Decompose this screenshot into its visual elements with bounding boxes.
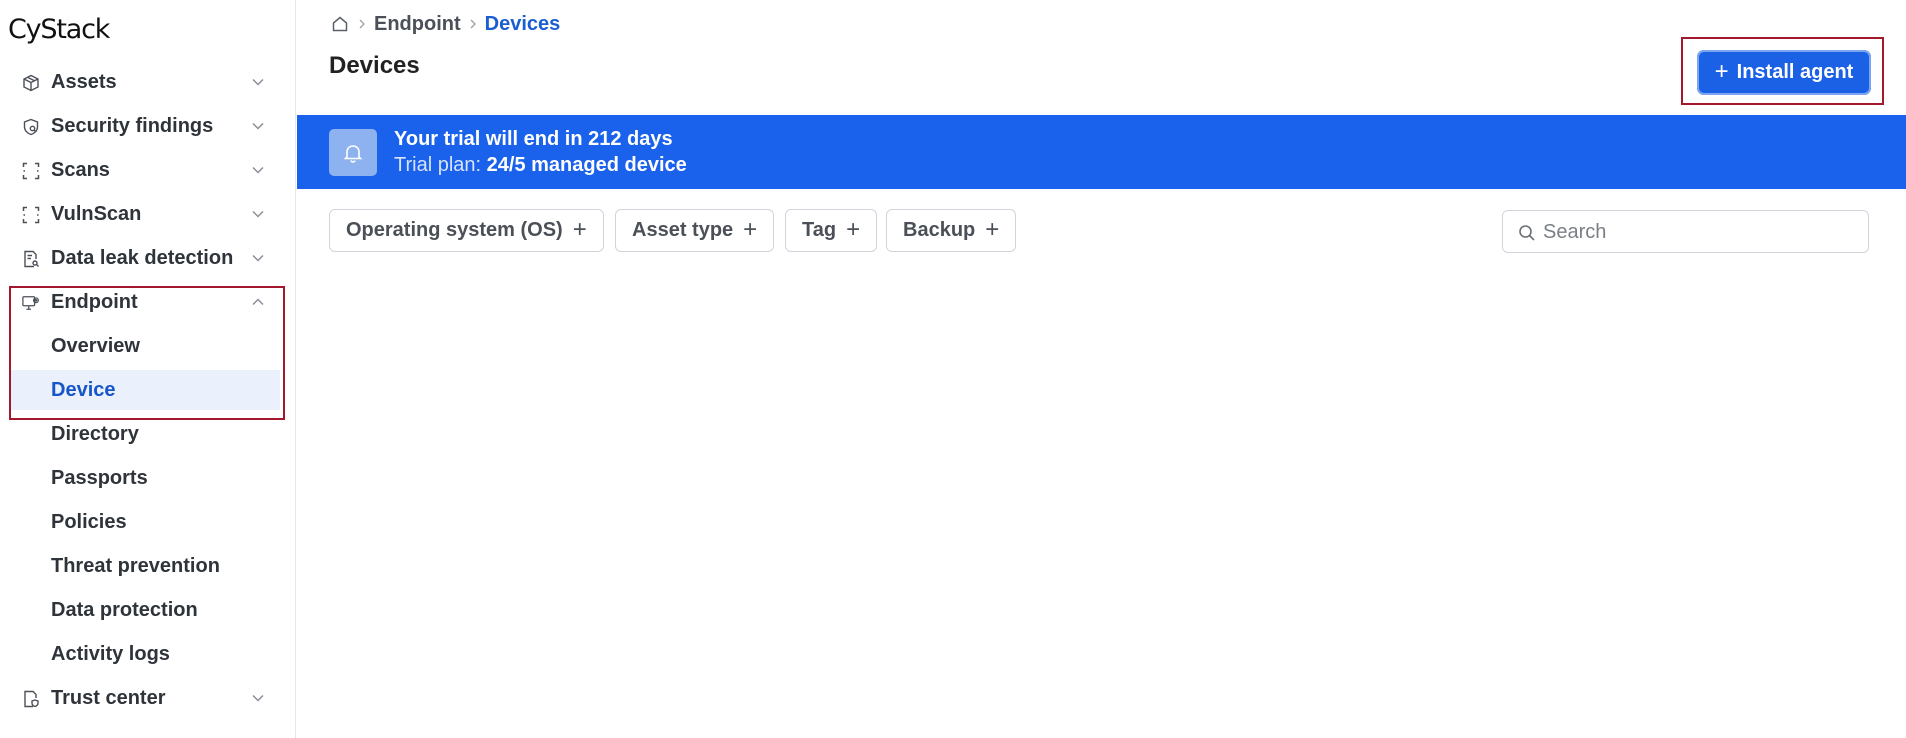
trial-banner: Your trial will end in 212 days Trial pl… xyxy=(297,115,1906,189)
home-icon[interactable] xyxy=(330,14,350,34)
cystack-logo[interactable]: CyStack xyxy=(8,14,110,45)
plus-icon: + xyxy=(572,215,587,243)
filter-label: Asset type xyxy=(632,219,734,241)
sidebar-item-security-findings[interactable]: Security findings xyxy=(10,106,280,146)
file-shield-icon xyxy=(22,690,40,708)
install-agent-button[interactable]: + Install agent xyxy=(1697,50,1871,95)
page-title: Devices xyxy=(329,52,420,79)
scan-frame-icon xyxy=(22,206,40,224)
shield-search-icon xyxy=(22,118,40,136)
filter-label: Operating system (OS) xyxy=(346,219,563,241)
sidebar-subitem-device[interactable]: Device xyxy=(10,370,280,410)
filter-operating-system[interactable]: Operating system (OS) + xyxy=(329,209,604,252)
trial-plan-value: 24/5 managed device xyxy=(486,154,687,176)
plus-icon: + xyxy=(1714,57,1729,85)
sidebar-item-assets[interactable]: Assets xyxy=(10,62,280,102)
breadcrumb: Endpoint Devices xyxy=(330,12,560,36)
sidebar-subitem-label: Passports xyxy=(51,466,148,489)
chevron-down-icon xyxy=(250,74,266,90)
chevron-up-icon xyxy=(250,294,266,310)
sidebar: CyStack Assets Security findings Scans V… xyxy=(0,0,296,738)
sidebar-item-endpoint[interactable]: Endpoint xyxy=(10,282,280,322)
box-icon xyxy=(22,74,40,92)
filter-label: Tag xyxy=(802,219,837,241)
sidebar-subitem-activity-logs[interactable]: Activity logs xyxy=(10,634,280,674)
sidebar-item-label: Trust center xyxy=(51,686,166,709)
sidebar-item-label: Security findings xyxy=(51,114,214,137)
bell-icon xyxy=(329,129,377,176)
monitor-gear-icon xyxy=(22,294,40,312)
sidebar-subitem-threat-prevention[interactable]: Threat prevention xyxy=(10,546,280,586)
trial-headline: Your trial will end in 212 days xyxy=(394,128,673,150)
trial-plan-prefix: Trial plan: xyxy=(394,154,482,176)
sidebar-subitem-label: Overview xyxy=(51,334,140,357)
plus-icon: + xyxy=(846,215,861,243)
sidebar-item-data-leak-detection[interactable]: Data leak detection xyxy=(10,238,280,278)
breadcrumb-devices[interactable]: Devices xyxy=(485,13,561,36)
document-search-icon xyxy=(22,250,40,268)
sidebar-item-label: Scans xyxy=(51,158,110,181)
sidebar-subitem-label: Directory xyxy=(51,422,139,445)
filter-label: Backup xyxy=(903,219,976,241)
chevron-down-icon xyxy=(250,162,266,178)
search-icon xyxy=(1519,225,1535,241)
sidebar-item-label: Endpoint xyxy=(51,290,138,313)
search-input[interactable] xyxy=(1543,217,1858,247)
sidebar-subitem-overview[interactable]: Overview xyxy=(10,326,280,366)
sidebar-subitem-policies[interactable]: Policies xyxy=(10,502,280,542)
sidebar-subitem-directory[interactable]: Directory xyxy=(10,414,280,454)
sidebar-item-label: VulnScan xyxy=(51,202,142,225)
sidebar-subitem-passports[interactable]: Passports xyxy=(10,458,280,498)
sidebar-subitem-label: Activity logs xyxy=(51,642,170,665)
chevron-down-icon xyxy=(250,690,266,706)
trial-plan: Trial plan: 24/5 managed device xyxy=(394,154,687,177)
search-box xyxy=(1502,210,1869,253)
filter-asset-type[interactable]: Asset type + xyxy=(615,209,775,252)
chevron-down-icon xyxy=(250,206,266,222)
plus-icon: + xyxy=(743,215,758,243)
chevron-right-icon xyxy=(350,19,374,29)
sidebar-subitem-label: Threat prevention xyxy=(51,554,220,577)
chevron-right-icon xyxy=(461,19,485,29)
sidebar-item-trust-center[interactable]: Trust center xyxy=(10,678,280,718)
filter-backup[interactable]: Backup + xyxy=(886,209,1017,252)
sidebar-item-label: Assets xyxy=(51,70,117,93)
sidebar-item-vulnscan[interactable]: VulnScan xyxy=(10,194,280,234)
sidebar-subitem-label: Policies xyxy=(51,510,127,533)
filter-tag[interactable]: Tag + xyxy=(785,209,878,252)
scan-frame-icon xyxy=(22,162,40,180)
plus-icon: + xyxy=(985,215,1000,243)
chevron-down-icon xyxy=(250,250,266,266)
install-agent-label: Install agent xyxy=(1736,61,1854,83)
chevron-down-icon xyxy=(250,118,266,134)
sidebar-subitem-label: Data protection xyxy=(51,598,198,621)
sidebar-subitem-label: Device xyxy=(51,378,116,401)
sidebar-item-label: Data leak detection xyxy=(51,246,234,269)
sidebar-item-scans[interactable]: Scans xyxy=(10,150,280,190)
breadcrumb-endpoint[interactable]: Endpoint xyxy=(374,13,461,36)
sidebar-subitem-data-protection[interactable]: Data protection xyxy=(10,590,280,630)
